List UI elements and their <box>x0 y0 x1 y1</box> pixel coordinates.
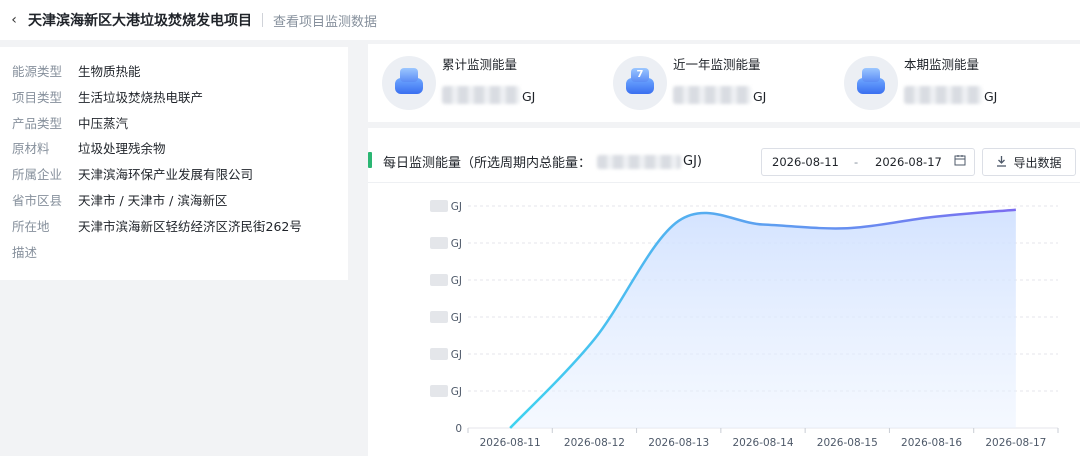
x-tick-label: 2026-08-13 <box>648 437 709 449</box>
stat-unit: GJ <box>984 89 998 104</box>
x-tick-label: 2026-08-14 <box>732 437 793 449</box>
info-label: 能源类型 <box>12 64 63 79</box>
redacted-value <box>673 86 751 104</box>
info-label: 产品类型 <box>12 116 63 131</box>
energy-area-chart: 0 GJ GJ GJ GJ GJ GJ 2026-08-11 2026-08-12 2026-0… <box>430 200 1059 449</box>
x-tick-label: 2026-08-15 <box>817 437 878 449</box>
info-value: 生物质热能 <box>78 64 141 79</box>
stat-total: 累计监测能量 GJ <box>368 44 598 122</box>
y-tick-label: GJ <box>451 349 462 361</box>
top-bar: ‹ 天津滨海新区大港垃圾焚烧发电项目 查看项目监测数据 <box>0 0 1080 40</box>
redacted-value <box>442 86 520 104</box>
redacted-tick-value <box>430 311 448 323</box>
stat-value: GJ <box>673 86 766 104</box>
x-tick-label: 2026-08-17 <box>985 437 1046 449</box>
info-row: 省市区县 天津市 / 天津市 / 滨海新区 <box>12 190 227 209</box>
chart-panel: 每日监测能量（所选周期内总能量： GJ) 2026-08-11 - 2026-0… <box>368 128 1080 456</box>
stat-value: GJ <box>904 86 997 104</box>
stat-value: GJ <box>442 86 535 104</box>
info-row: 所属企业 天津滨海环保产业发展有限公司 <box>12 164 253 183</box>
info-label: 省市区县 <box>12 193 63 208</box>
stat-year: 7 近一年监测能量 GJ <box>599 44 829 122</box>
info-row: 描述 <box>12 242 78 261</box>
info-row: 项目类型 生活垃圾焚烧热电联产 <box>12 87 203 106</box>
info-row: 所在地 天津市滨海新区轻纺经济区济民街262号 <box>12 216 302 235</box>
stat-label: 本期监测能量 <box>904 57 980 72</box>
series-area <box>510 209 1016 428</box>
y-tick-label: GJ <box>451 201 462 213</box>
redacted-tick-value <box>430 385 448 397</box>
stats-bar: 累计监测能量 GJ 7 近一年监测能量 GJ 本期监测能量 GJ <box>368 44 1080 122</box>
info-value: 垃圾处理残余物 <box>78 141 166 156</box>
info-row: 原材料 垃圾处理残余物 <box>12 138 166 157</box>
stat-label: 近一年监测能量 <box>673 57 761 72</box>
chevron-left-icon[interactable]: ‹ <box>0 12 28 28</box>
info-label: 描述 <box>12 245 38 260</box>
x-tick-label: 2026-08-12 <box>564 437 625 449</box>
stat-label: 累计监测能量 <box>442 57 518 72</box>
energy-cylinder-icon <box>382 56 436 110</box>
info-label: 项目类型 <box>12 90 63 105</box>
stat-unit: GJ <box>522 89 536 104</box>
info-label: 所在地 <box>12 219 50 234</box>
redacted-tick-value <box>430 237 448 249</box>
y-tick-label: 0 <box>455 423 462 435</box>
info-label: 原材料 <box>12 141 50 156</box>
redacted-tick-value <box>430 348 448 360</box>
stat-period: 本期监测能量 GJ <box>830 44 1060 122</box>
stat-unit: GJ <box>753 89 767 104</box>
y-tick-label: GJ <box>451 275 462 287</box>
y-tick-label: GJ <box>451 312 462 324</box>
x-tick-label: 2026-08-16 <box>901 437 962 449</box>
info-value: 生活垃圾焚烧热电联产 <box>78 90 204 105</box>
y-tick-label: GJ <box>451 238 462 250</box>
info-row: 能源类型 生物质热能 <box>12 61 141 80</box>
calendar-7-icon: 7 <box>613 56 667 110</box>
energy-stack-icon <box>844 56 898 110</box>
info-value: 天津市 / 天津市 / 滨海新区 <box>78 193 228 208</box>
y-tick-label: GJ <box>451 386 462 398</box>
page-subtitle: 查看项目监测数据 <box>273 14 378 30</box>
info-value: 中压蒸汽 <box>78 116 129 131</box>
page-title: 天津滨海新区大港垃圾焚烧发电项目 <box>28 13 252 29</box>
project-info-panel: 能源类型 生物质热能 项目类型 生活垃圾焚烧热电联产 产品类型 中压蒸汽 原材料 垃圾处… <box>0 47 348 280</box>
info-label: 所属企业 <box>12 167 63 182</box>
redacted-tick-value <box>430 200 448 212</box>
info-value: 天津市滨海新区轻纺经济区济民街262号 <box>78 219 302 234</box>
title-divider <box>262 13 263 27</box>
info-row: 产品类型 中压蒸汽 <box>12 113 128 132</box>
x-tick-label: 2026-08-11 <box>480 437 541 449</box>
info-value: 天津滨海环保产业发展有限公司 <box>78 167 254 182</box>
redacted-tick-value <box>430 274 448 286</box>
redacted-value <box>904 86 982 104</box>
